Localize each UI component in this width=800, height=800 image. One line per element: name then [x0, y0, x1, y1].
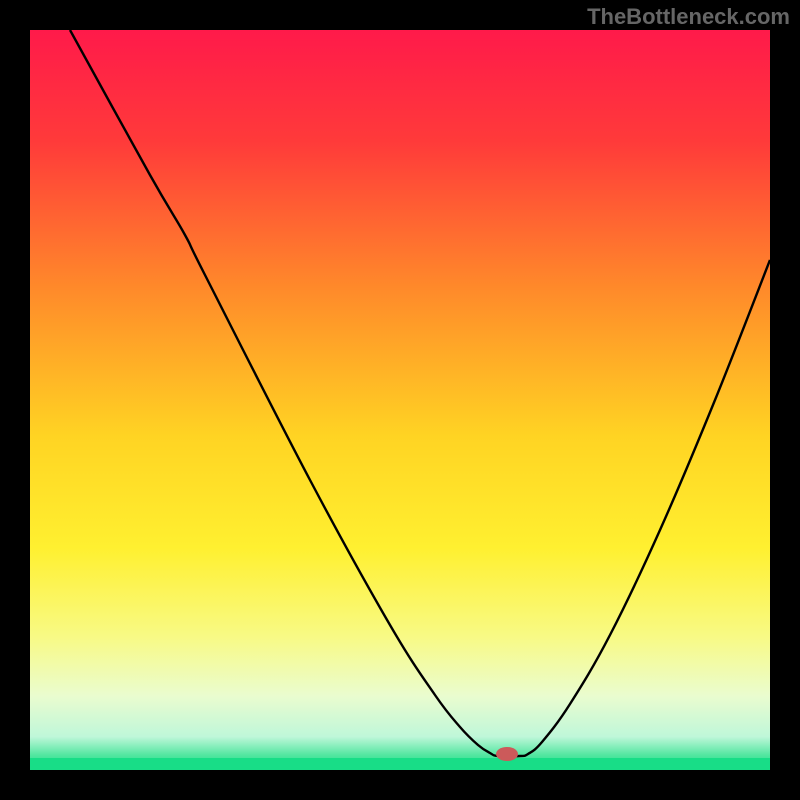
bottom-green-strip — [30, 758, 770, 770]
watermark-text: TheBottleneck.com — [587, 4, 790, 30]
gradient-background — [30, 30, 770, 770]
plot-svg — [30, 30, 770, 770]
min-point-marker — [496, 747, 518, 761]
chart-container: TheBottleneck.com — [0, 0, 800, 800]
plot-frame — [30, 30, 770, 770]
